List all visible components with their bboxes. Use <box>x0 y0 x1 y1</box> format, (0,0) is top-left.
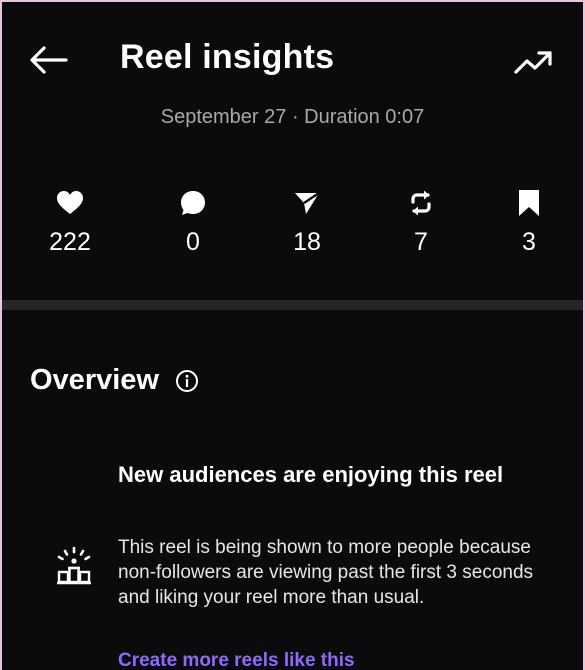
trends-button[interactable] <box>512 44 556 80</box>
saves-stat[interactable]: 3 <box>489 184 569 257</box>
heart-icon <box>57 191 83 214</box>
likes-count: 222 <box>49 228 91 256</box>
saves-count: 3 <box>522 228 536 256</box>
comments-count: 0 <box>186 228 200 256</box>
arrow-left-icon <box>30 46 68 74</box>
comments-stat[interactable]: 0 <box>153 184 233 257</box>
overview-header: Overview <box>30 364 199 397</box>
comment-icon <box>181 191 205 215</box>
insight-card-title: New audiences are enjoying this reel <box>118 462 504 487</box>
reel-insights-screen: Reel insights September 27 · Duration 0:… <box>2 2 583 670</box>
section-divider <box>2 300 583 310</box>
send-icon <box>295 192 320 214</box>
overview-title: Overview <box>30 364 159 396</box>
shares-stat[interactable]: 18 <box>267 184 347 257</box>
header: Reel insights <box>2 2 583 92</box>
bookmark-icon <box>519 190 539 216</box>
shares-count: 18 <box>293 228 321 256</box>
reposts-stat[interactable]: 7 <box>381 184 461 257</box>
audience-icon <box>57 546 91 585</box>
page-title: Reel insights <box>120 38 335 76</box>
insight-card-body: This reel is being shown to more people … <box>118 537 534 608</box>
likes-stat[interactable]: 222 <box>30 184 110 257</box>
reel-date-duration: September 27 · Duration 0:07 <box>160 106 425 128</box>
trending-up-icon <box>514 51 552 74</box>
audience-card-icon <box>54 546 94 591</box>
repost-icon <box>411 190 431 216</box>
info-button[interactable] <box>175 369 199 393</box>
info-icon <box>175 369 198 392</box>
create-more-reels-link[interactable]: Create more reels like this <box>118 650 355 670</box>
back-button[interactable] <box>26 40 70 80</box>
reposts-count: 7 <box>414 228 428 256</box>
